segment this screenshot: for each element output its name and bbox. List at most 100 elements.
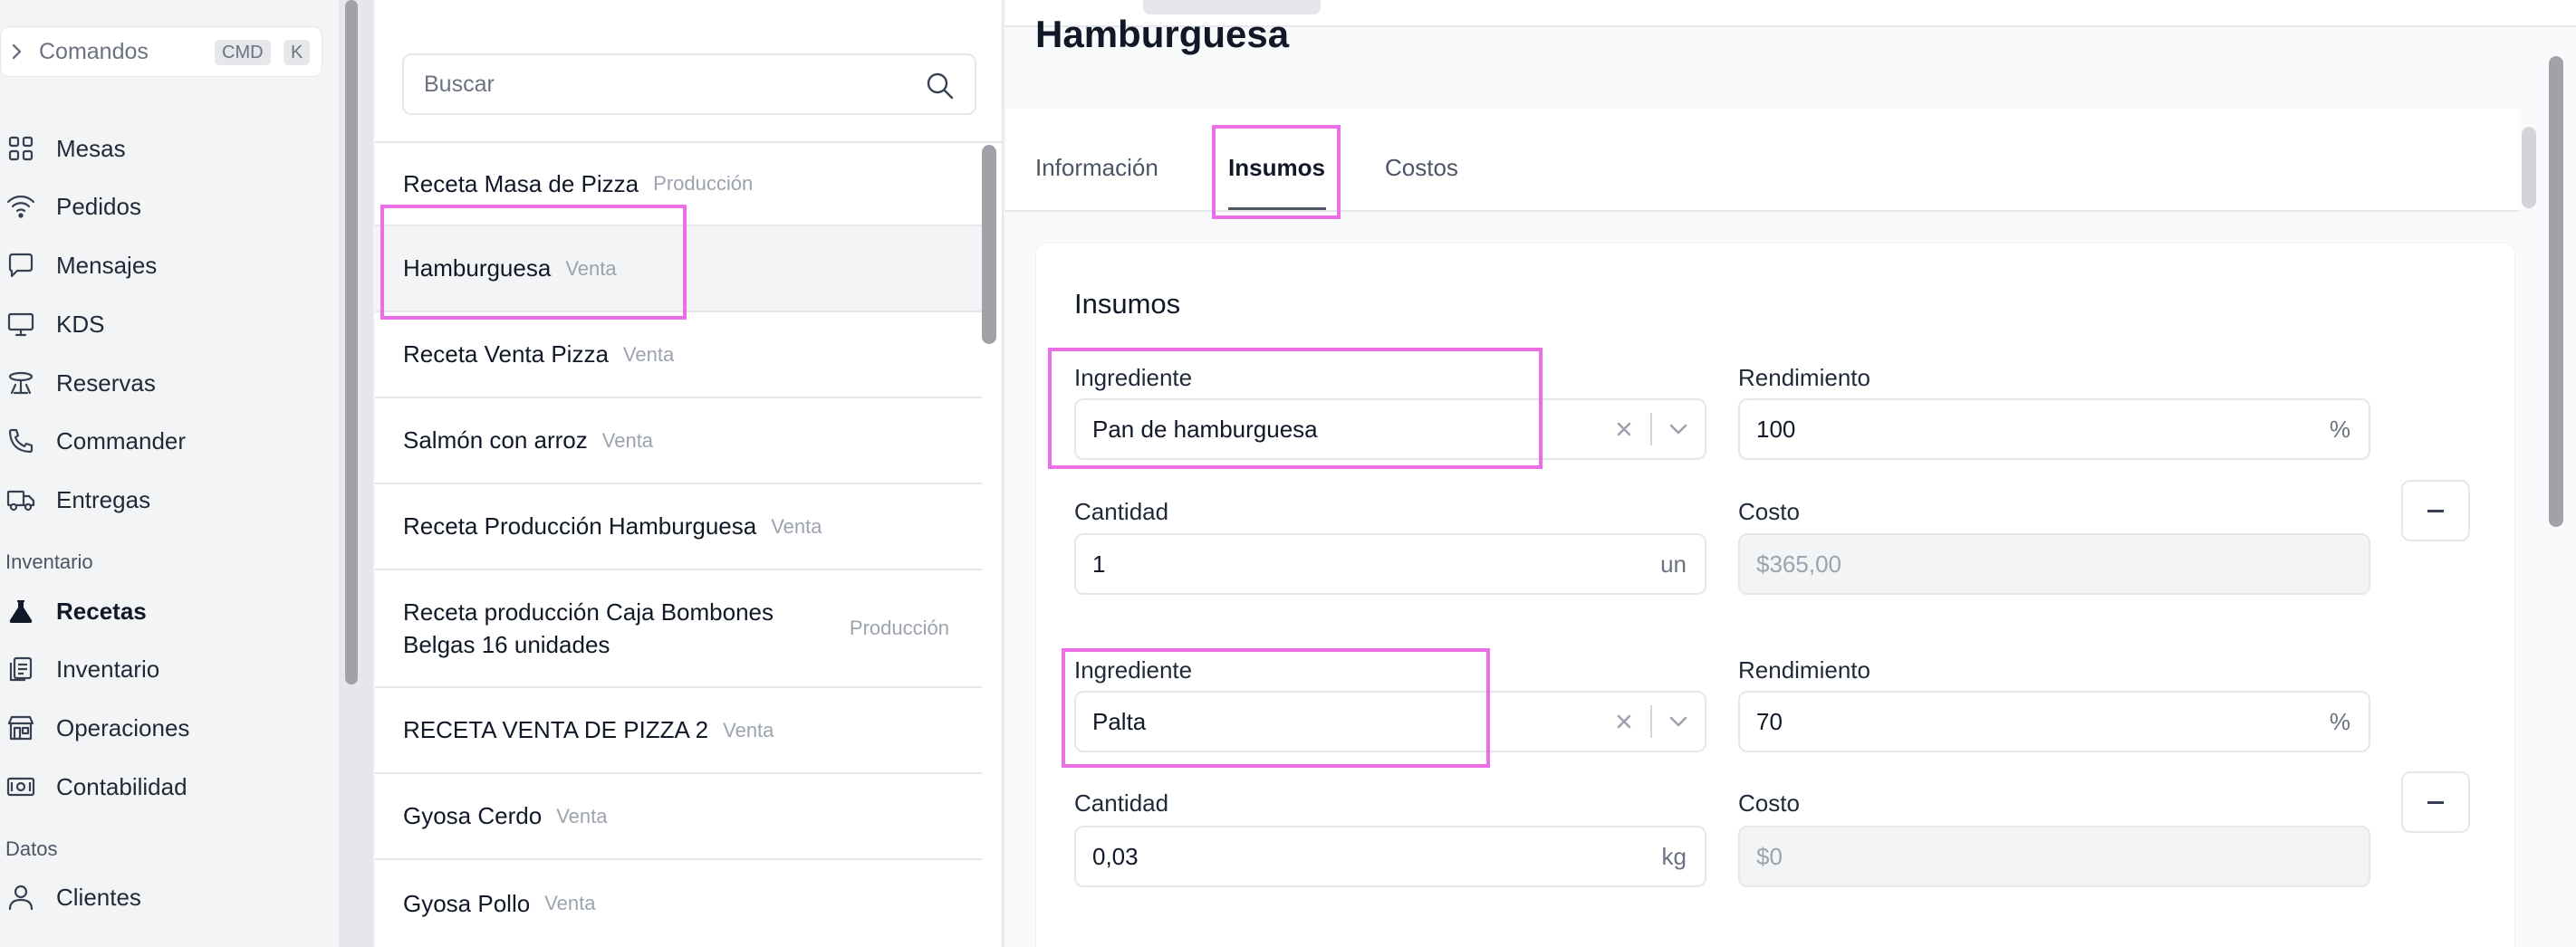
- list-item-tag: Producción: [849, 617, 949, 639]
- list-item-tag: Producción: [653, 172, 754, 195]
- command-label: Comandos: [39, 38, 149, 64]
- select-separator: [1650, 705, 1652, 738]
- sidebar-item-pedidos[interactable]: Pedidos: [0, 184, 326, 229]
- section-label-inventario: Inventario: [5, 550, 93, 573]
- list-item[interactable]: Receta producción Caja Bombones Belgas 1…: [375, 570, 982, 688]
- remove-insumo-button[interactable]: [2401, 480, 2470, 541]
- clipboard-icon: [5, 654, 36, 684]
- rendimiento-label: Rendimiento: [1738, 364, 1870, 391]
- costo-label: Costo: [1738, 789, 1800, 817]
- sidebar-item-commander[interactable]: Commander: [0, 418, 326, 464]
- user-icon: [5, 882, 36, 913]
- list-item-tag: Venta: [556, 804, 608, 827]
- search-placeholder: Buscar: [424, 71, 495, 97]
- chevron-down-icon[interactable]: [1665, 423, 1692, 435]
- tab-costos[interactable]: Costos: [1385, 154, 1458, 182]
- ingrediente-select[interactable]: Palta: [1074, 691, 1706, 752]
- active-tab-indicator: [1228, 207, 1326, 210]
- list-item[interactable]: Receta Masa de Pizza Producción: [375, 143, 982, 226]
- sidebar-item-label: Clientes: [56, 883, 141, 911]
- list-item[interactable]: Salmón con arroz Venta: [375, 398, 982, 484]
- sidebar-item-operaciones[interactable]: Operaciones: [0, 705, 326, 751]
- rendimiento-input[interactable]: 100 %: [1738, 398, 2370, 460]
- command-palette-button[interactable]: Comandos CMD K: [0, 26, 322, 77]
- list-item-name: Receta Masa de Pizza: [403, 169, 639, 197]
- ingrediente-label: Ingrediente: [1074, 364, 1193, 391]
- phone-icon: [5, 426, 36, 456]
- monitor-icon: [5, 309, 36, 340]
- minus-icon: [2427, 509, 2444, 512]
- sidebar-item-inventario[interactable]: Inventario: [0, 646, 326, 692]
- sidebar-item-label: Entregas: [56, 485, 151, 513]
- search-input[interactable]: Buscar: [402, 53, 976, 115]
- tabs-scrollbar[interactable]: [2522, 127, 2536, 208]
- table-icon: [5, 368, 36, 398]
- select-controls: [1610, 400, 1705, 458]
- rendimiento-input[interactable]: 70 %: [1738, 691, 2370, 752]
- list-item-name: Receta Venta Pizza: [403, 340, 609, 368]
- list-item[interactable]: Gyosa Cerdo Venta: [375, 774, 982, 860]
- rendimiento-unit: %: [2329, 415, 2350, 443]
- sidebar: Comandos CMD K Mesas Pedidos Mensajes KD…: [0, 0, 339, 947]
- kbd-k: K: [284, 40, 311, 65]
- list-item-tag: Venta: [723, 718, 774, 741]
- tab-informacion[interactable]: Información: [1035, 154, 1158, 182]
- costo-value: $365,00: [1756, 550, 1841, 578]
- search-icon[interactable]: [926, 72, 955, 100]
- sidebar-item-label: Operaciones: [56, 713, 190, 741]
- sidebar-item-label: Recetas: [56, 597, 147, 625]
- section-label-datos: Datos: [5, 837, 58, 860]
- app-root: Comandos CMD K Mesas Pedidos Mensajes KD…: [0, 0, 2576, 947]
- detail-scrollbar[interactable]: [2549, 56, 2563, 527]
- list-item-name: Gyosa Pollo: [403, 889, 531, 917]
- ingrediente-select[interactable]: Pan de hamburguesa: [1074, 398, 1706, 460]
- sidebar-item-entregas[interactable]: Entregas: [0, 477, 326, 522]
- sidebar-item-label: Contabilidad: [56, 772, 187, 800]
- sidebar-item-recetas[interactable]: Recetas: [0, 588, 326, 634]
- chevron-down-icon[interactable]: [1665, 715, 1692, 728]
- list-item[interactable]: Receta Producción Hamburguesa Venta: [375, 484, 982, 570]
- sidebar-item-mensajes[interactable]: Mensajes: [0, 243, 326, 288]
- wifi-icon: [5, 191, 36, 222]
- cantidad-value: 1: [1092, 550, 1106, 578]
- cantidad-label: Cantidad: [1074, 789, 1169, 817]
- list-scrollbar[interactable]: [982, 145, 996, 344]
- list-item[interactable]: Receta Venta Pizza Venta: [375, 312, 982, 398]
- list-item-selected[interactable]: Hamburguesa Venta: [375, 226, 982, 312]
- sidebar-item-kds[interactable]: KDS: [0, 301, 326, 347]
- tab-insumos[interactable]: Insumos: [1228, 154, 1325, 182]
- list-item-name: Receta Producción Hamburguesa: [403, 512, 757, 540]
- grid-icon: [5, 133, 36, 164]
- clear-icon[interactable]: [1610, 713, 1638, 731]
- sidebar-item-contabilidad[interactable]: Contabilidad: [0, 764, 326, 809]
- sidebar-item-label: Inventario: [56, 655, 160, 683]
- sidebar-item-label: Pedidos: [56, 192, 141, 220]
- cantidad-input[interactable]: 0,03 kg: [1074, 826, 1706, 887]
- remove-insumo-button[interactable]: [2401, 771, 2470, 833]
- sidebar-item-clientes[interactable]: Clientes: [0, 875, 326, 920]
- sidebar-item-label: Mensajes: [56, 251, 158, 279]
- card-title: Insumos: [1074, 288, 1181, 320]
- select-controls: [1610, 693, 1705, 751]
- cantidad-input[interactable]: 1 un: [1074, 533, 1706, 595]
- rendimiento-label: Rendimiento: [1738, 656, 1870, 684]
- sidebar-item-mesas[interactable]: Mesas: [0, 126, 326, 171]
- clear-icon[interactable]: [1610, 420, 1638, 438]
- ingrediente-label: Ingrediente: [1074, 656, 1193, 684]
- sidebar-item-label: Commander: [56, 426, 187, 454]
- list-item[interactable]: RECETA VENTA DE PIZZA 2 Venta: [375, 688, 982, 774]
- sidebar-item-label: Mesas: [56, 134, 126, 162]
- list-item[interactable]: Gyosa Pollo Venta: [375, 860, 982, 947]
- list-item-tag: Venta: [601, 428, 654, 452]
- list-item-tag: Venta: [622, 342, 675, 366]
- costo-label: Costo: [1738, 498, 1800, 525]
- sidebar-item-reservas[interactable]: Reservas: [0, 360, 326, 406]
- sidebar-scrollbar[interactable]: [345, 0, 358, 684]
- rendimiento-unit: %: [2329, 707, 2350, 735]
- list-item-tag: Venta: [565, 256, 617, 280]
- costo-field: $365,00: [1738, 533, 2370, 595]
- cantidad-unit: un: [1660, 550, 1687, 578]
- flask-icon: [5, 596, 36, 627]
- store-icon: [5, 713, 36, 743]
- rendimiento-value: 100: [1756, 415, 1796, 443]
